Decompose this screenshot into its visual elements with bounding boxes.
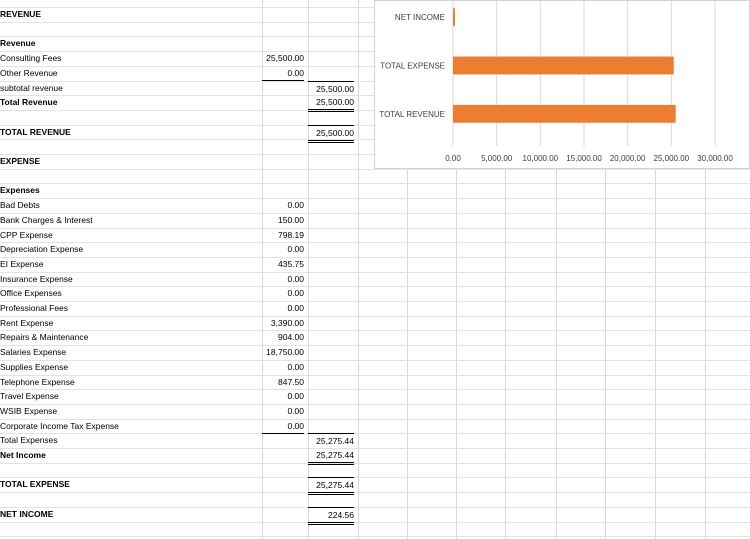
row-gridline bbox=[0, 316, 750, 317]
amount-cell[interactable]: 3,390.00 bbox=[262, 316, 304, 330]
row-gridline bbox=[0, 375, 750, 376]
amount-cell[interactable]: 435.75 bbox=[262, 257, 304, 271]
chart-bar bbox=[453, 56, 674, 75]
row-label[interactable]: CPP Expense bbox=[0, 228, 53, 242]
chart[interactable]: 0.00 5,000.00 10,000.00 15,000.00 20,000.00 2… bbox=[374, 0, 750, 169]
row-gridline bbox=[0, 433, 750, 434]
row-label[interactable]: Insurance Expense bbox=[0, 272, 73, 286]
row-label[interactable]: Professional Fees bbox=[0, 301, 68, 315]
row-gridline bbox=[0, 228, 750, 229]
total-cell[interactable]: 25,275.44 bbox=[308, 448, 354, 465]
row-gridline bbox=[0, 536, 750, 537]
row-gridline bbox=[0, 242, 750, 243]
total-cell[interactable]: 224.56 bbox=[308, 507, 354, 525]
amount-cell[interactable]: 847.50 bbox=[262, 375, 304, 389]
row-label[interactable]: REVENUE bbox=[0, 7, 41, 21]
row-label[interactable]: Revenue bbox=[0, 36, 35, 50]
category-label: TOTAL REVENUE bbox=[379, 110, 445, 119]
row-label[interactable]: Corporate Income Tax Expense bbox=[0, 419, 119, 433]
row-gridline bbox=[0, 301, 750, 302]
x-tick-label: 15,000.00 bbox=[566, 154, 602, 163]
x-tick-label: 0.00 bbox=[445, 154, 461, 163]
amount-cell[interactable]: 0.00 bbox=[262, 286, 304, 300]
row-gridline bbox=[0, 213, 750, 214]
row-gridline bbox=[0, 463, 750, 464]
amount-cell[interactable]: 150.00 bbox=[262, 213, 304, 227]
row-gridline bbox=[0, 330, 750, 331]
row-label[interactable]: Repairs & Maintenance bbox=[0, 330, 88, 344]
category-label: NET INCOME bbox=[395, 13, 445, 22]
row-gridline bbox=[0, 272, 750, 273]
row-label[interactable]: Bad Debts bbox=[0, 198, 40, 212]
chart-bar bbox=[453, 8, 455, 27]
amount-cell[interactable]: 798.19 bbox=[262, 228, 304, 242]
total-cell[interactable]: 25,275.44 bbox=[308, 433, 354, 448]
row-gridline bbox=[0, 448, 750, 449]
amount-cell[interactable]: 0.00 bbox=[262, 198, 304, 212]
x-tick-label: 20,000.00 bbox=[610, 154, 646, 163]
row-label[interactable]: TOTAL REVENUE bbox=[0, 125, 71, 139]
row-label[interactable]: Office Expenses bbox=[0, 286, 62, 300]
chart-bar bbox=[453, 104, 676, 123]
row-gridline bbox=[0, 257, 750, 258]
row-label[interactable]: Total Expenses bbox=[0, 433, 58, 447]
row-label[interactable]: Rent Expense bbox=[0, 316, 53, 330]
row-gridline bbox=[0, 389, 750, 390]
x-tick-label: 30,000.00 bbox=[697, 154, 733, 163]
row-label[interactable]: Consulting Fees bbox=[0, 51, 61, 65]
amount-cell[interactable]: 0.00 bbox=[262, 419, 304, 434]
row-label[interactable]: EXPENSE bbox=[0, 154, 40, 168]
row-label[interactable]: Telephone Expense bbox=[0, 375, 75, 389]
row-label[interactable]: Salaries Expense bbox=[0, 345, 66, 359]
row-gridline bbox=[0, 183, 750, 184]
total-cell[interactable]: 25,500.00 bbox=[308, 81, 354, 96]
row-gridline bbox=[0, 286, 750, 287]
amount-cell[interactable]: 0.00 bbox=[262, 272, 304, 286]
x-tick-label: 25,000.00 bbox=[654, 154, 690, 163]
row-gridline bbox=[0, 507, 750, 508]
total-cell[interactable]: 25,500.00 bbox=[308, 95, 354, 112]
row-label[interactable]: EI Expense bbox=[0, 257, 43, 271]
row-gridline bbox=[0, 477, 750, 478]
amount-cell[interactable]: 0.00 bbox=[262, 301, 304, 315]
row-gridline bbox=[0, 198, 750, 199]
row-label[interactable]: Travel Expense bbox=[0, 389, 59, 403]
row-label[interactable]: subtotal revenue bbox=[0, 81, 63, 95]
amount-cell[interactable]: 0.00 bbox=[262, 389, 304, 403]
amount-cell[interactable]: 0.00 bbox=[262, 360, 304, 374]
row-label[interactable]: NET INCOME bbox=[0, 507, 53, 521]
row-label[interactable]: WSIB Expense bbox=[0, 404, 57, 418]
category-label: TOTAL EXPENSE bbox=[380, 62, 445, 71]
row-gridline bbox=[0, 360, 750, 361]
row-label[interactable]: TOTAL EXPENSE bbox=[0, 477, 70, 491]
row-label[interactable]: Depreciation Expense bbox=[0, 242, 83, 256]
row-label[interactable]: Net Income bbox=[0, 448, 46, 462]
row-label[interactable]: Expenses bbox=[0, 183, 40, 197]
amount-cell[interactable]: 0.00 bbox=[262, 242, 304, 256]
amount-cell[interactable]: 0.00 bbox=[262, 404, 304, 418]
x-tick-label: 5,000.00 bbox=[481, 154, 513, 163]
row-label[interactable]: Other Revenue bbox=[0, 66, 58, 80]
amount-cell[interactable]: 25,500.00 bbox=[262, 51, 304, 65]
row-label[interactable]: Total Revenue bbox=[0, 95, 57, 109]
row-gridline bbox=[0, 522, 750, 523]
amount-cell[interactable]: 904.00 bbox=[262, 330, 304, 344]
row-label[interactable]: Bank Charges & Interest bbox=[0, 213, 93, 227]
row-label[interactable]: Supplies Expense bbox=[0, 360, 68, 374]
x-tick-label: 10,000.00 bbox=[523, 154, 559, 163]
row-gridline bbox=[0, 404, 750, 405]
bar-chart-svg: 0.00 5,000.00 10,000.00 15,000.00 20,000.00 2… bbox=[379, 1, 733, 163]
row-gridline bbox=[0, 345, 750, 346]
amount-cell[interactable]: 18,750.00 bbox=[262, 345, 304, 359]
total-cell[interactable]: 25,275.44 bbox=[308, 477, 354, 495]
row-gridline bbox=[0, 492, 750, 493]
amount-cell[interactable]: 0.00 bbox=[262, 66, 304, 81]
total-cell[interactable]: 25,500.00 bbox=[308, 125, 354, 143]
